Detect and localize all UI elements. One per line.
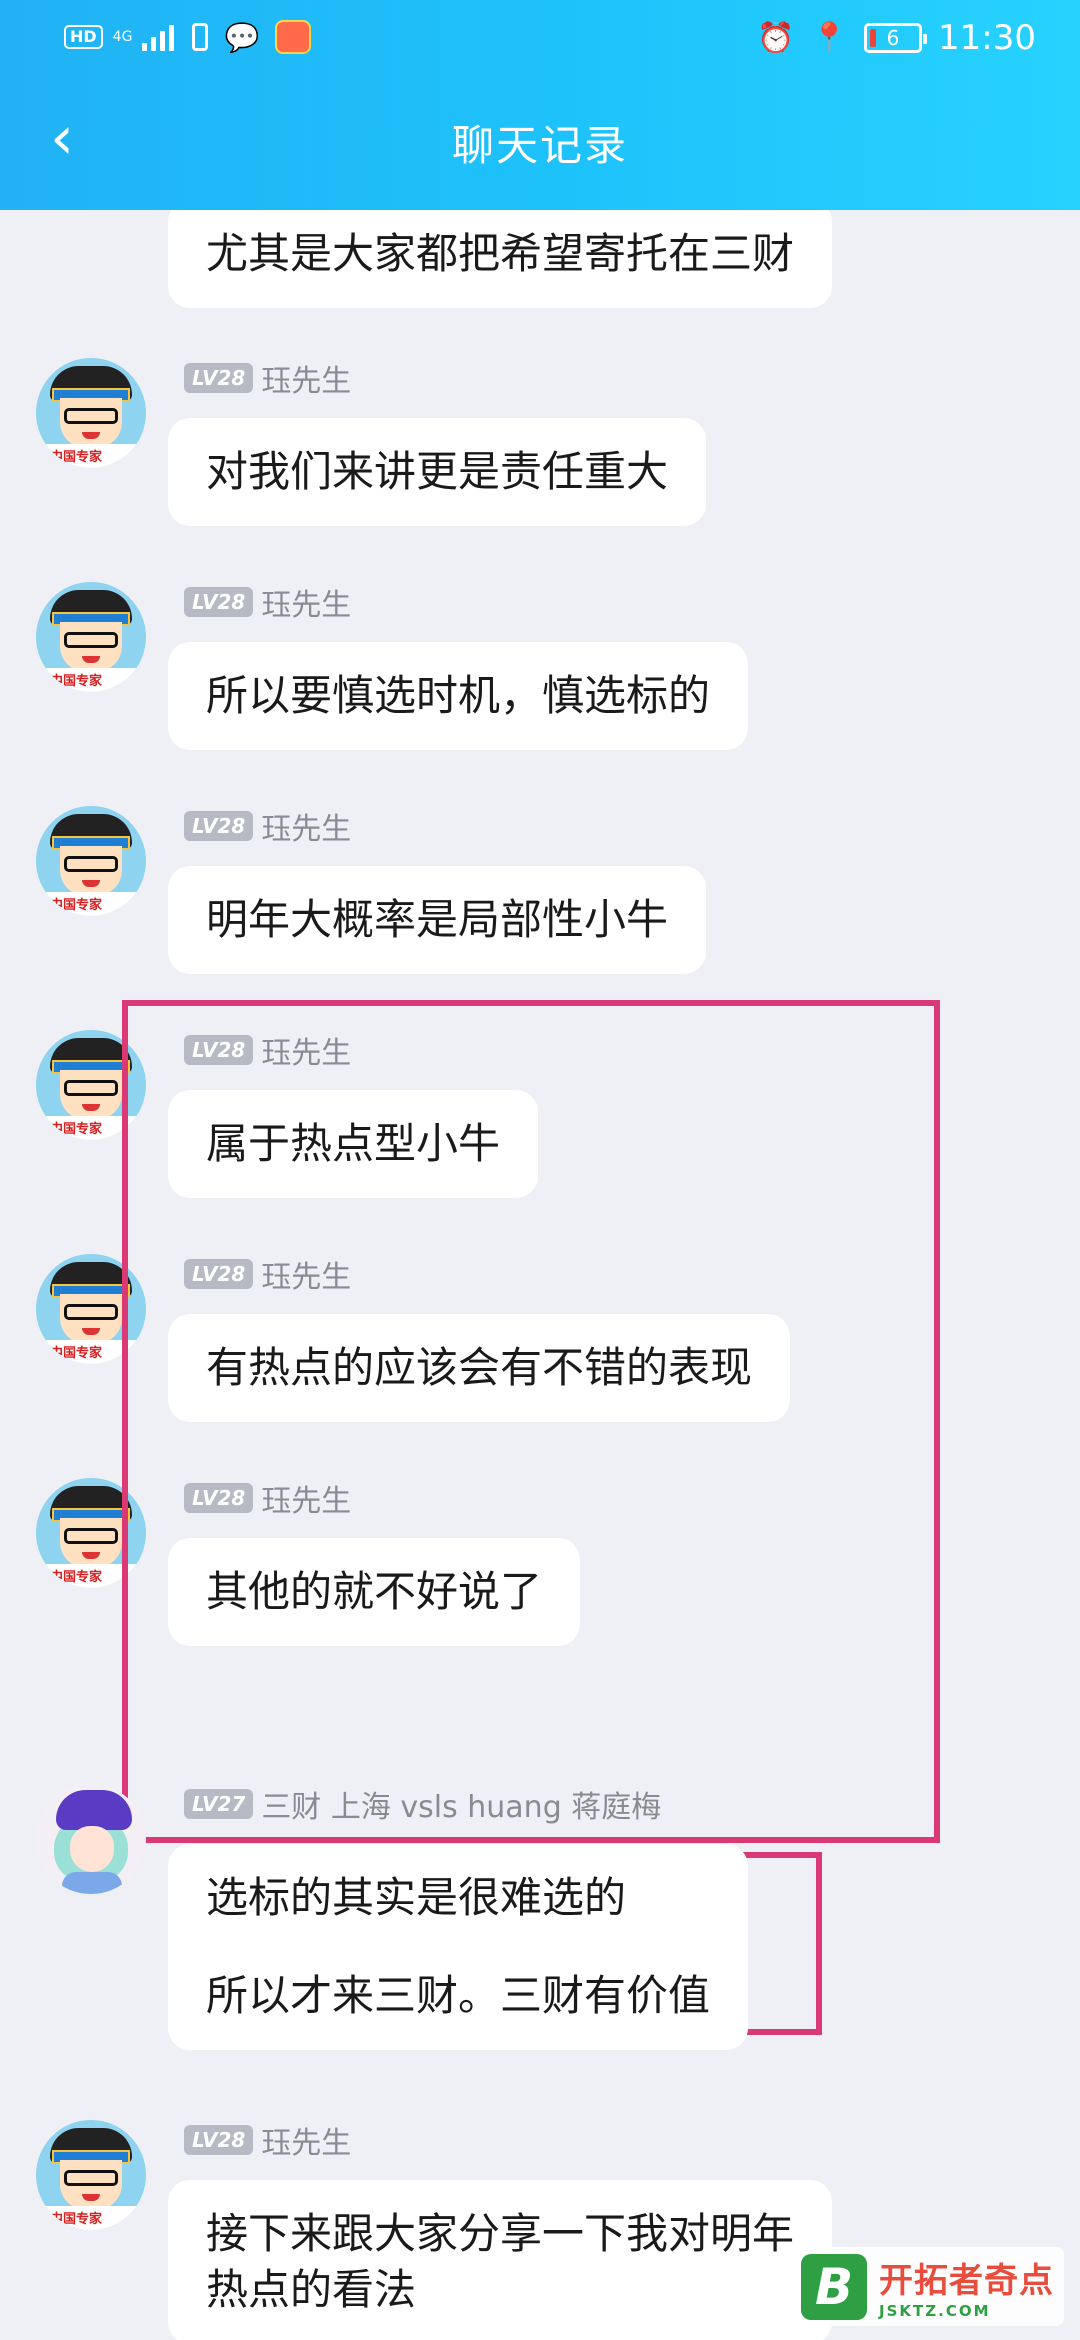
level-badge: LV28 [184, 587, 254, 617]
sender-name: 珏先生 [261, 812, 352, 847]
level-badge: LV28 [184, 1035, 254, 1065]
network-label: 4G [112, 29, 133, 45]
sender-name: 珏先生 [261, 364, 352, 399]
watermark-logo-icon: B [801, 2253, 867, 2320]
level-badge: LV28 [184, 811, 254, 841]
sender-name: 珏先生 [261, 1036, 352, 1071]
watermark: B 开拓者奇点 JSKTZ.COM [791, 2247, 1064, 2326]
avatar[interactable]: 中国专家 [36, 806, 146, 916]
message-bubble[interactable]: 所以要慎选时机，慎选标的 [168, 642, 749, 750]
message-bubble[interactable]: 选标的其实是很难选的 所以才来三财。三财有价值 [168, 1844, 749, 2050]
alarm-icon: ⏰ [757, 20, 795, 56]
avatar[interactable]: 中国专家 [36, 1478, 146, 1588]
app-notification-icon [275, 20, 312, 54]
message-bubble[interactable]: 接下来跟大家分享一下我对明年 热点的看法 [168, 2180, 833, 2340]
level-badge: LV28 [184, 363, 254, 393]
watermark-name: 开拓者奇点 [879, 2261, 1054, 2301]
sender-name: 珏先生 [261, 2126, 352, 2161]
level-badge: LV27 [184, 1789, 254, 1819]
message-bubble[interactable]: 其他的就不好说了 [168, 1538, 581, 1646]
level-badge: LV28 [184, 1483, 254, 1513]
message-bubble[interactable]: 属于热点型小牛 [168, 1090, 539, 1198]
sender-name: 珏先生 [261, 1484, 352, 1519]
sender-name: 珏先生 [261, 1260, 352, 1295]
avatar[interactable]: 中国专家 [36, 582, 146, 692]
status-time: 11:30 [938, 18, 1036, 58]
avatar[interactable]: 中国专家 [36, 2120, 146, 2230]
status-bar: HD 4G 💬 ⏰ 📍 6 11:30 [0, 0, 1080, 76]
message-bubble[interactable]: 有热点的应该会有不错的表现 [168, 1314, 791, 1422]
chat-history[interactable]: 中国专家 尤其是大家都把希望寄托在三财 中国专家 LV28 珏先生 对我们来讲更… [0, 210, 1080, 2340]
wechat-icon: 💬 [224, 20, 260, 54]
watermark-site: JSKTZ.COM [879, 2302, 991, 2320]
avatar[interactable]: 中国专家 [36, 1254, 146, 1364]
signal-icon [142, 23, 175, 51]
top-bar: HD 4G 💬 ⏰ 📍 6 11:30 ‹ 聊天记录 [0, 0, 1080, 210]
level-badge: LV28 [184, 1259, 254, 1289]
level-badge: LV28 [184, 2125, 254, 2155]
battery-icon: 6 [864, 23, 928, 53]
avatar[interactable] [36, 1784, 146, 1894]
page-title: 聊天记录 [451, 121, 628, 170]
message-bubble[interactable]: 对我们来讲更是责任重大 [168, 418, 707, 526]
hd-icon: HD [64, 25, 103, 49]
avatar[interactable]: 中国专家 [36, 1030, 146, 1140]
message-bubble[interactable]: 明年大概率是局部性小牛 [168, 866, 707, 974]
phone-icon [192, 23, 209, 51]
sender-name: 珏先生 [261, 588, 352, 623]
location-icon: 📍 [810, 20, 849, 56]
avatar[interactable]: 中国专家 [36, 358, 146, 468]
message-bubble[interactable]: 尤其是大家都把希望寄托在三财 [168, 210, 833, 308]
sender-name: 三财 上海 vsls huang 蒋庭梅 [261, 1790, 662, 1825]
